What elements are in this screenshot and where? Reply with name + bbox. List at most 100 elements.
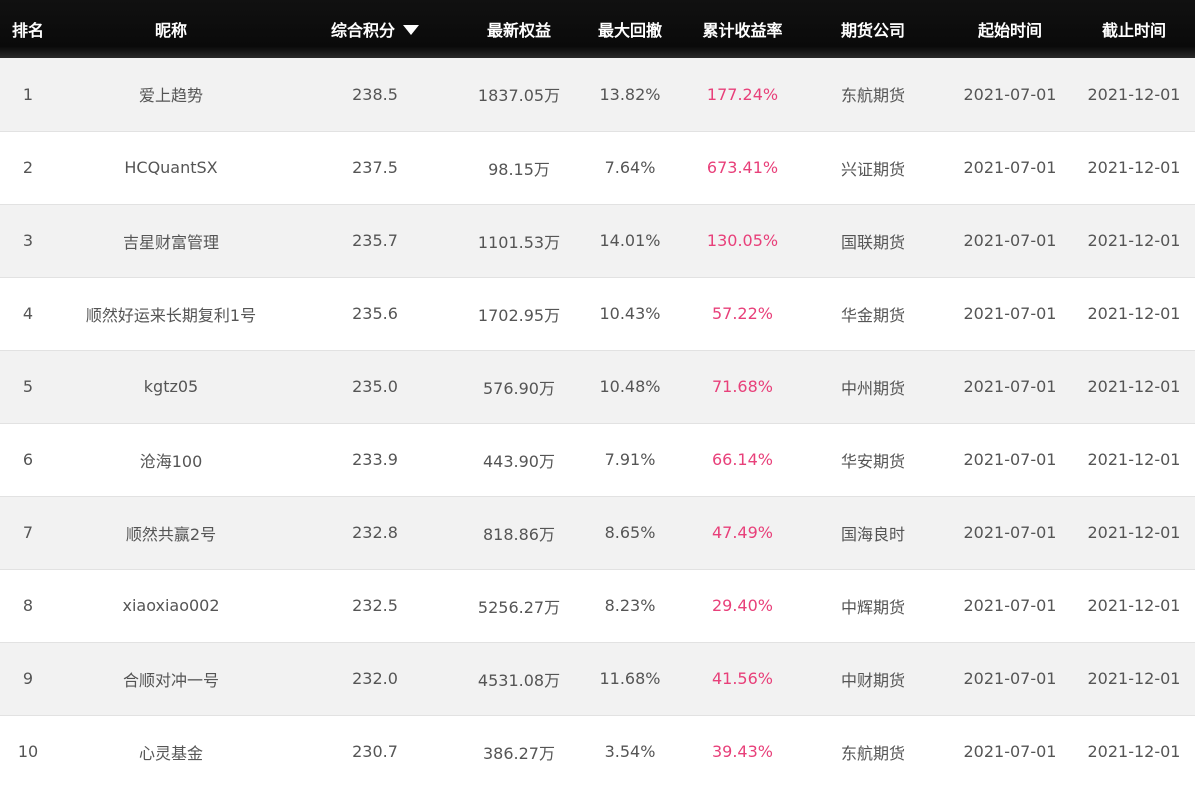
- table-header: 排名 昵称 综合积分 最新权益 最大回撤 累计收益率 期货公司 起始时间 截止时…: [0, 0, 1195, 58]
- cell-end: 2021-12-01: [1087, 596, 1181, 615]
- cell-return: 29.40%: [711, 596, 773, 615]
- cell-nickname[interactable]: 爱上趋势: [56, 58, 286, 131]
- cell-nickname[interactable]: 顺然好运来长期复利1号: [56, 277, 286, 350]
- header-company[interactable]: 期货公司: [799, 0, 947, 58]
- header-nickname[interactable]: 昵称: [56, 0, 286, 58]
- cell-drawdown: 13.82%: [599, 84, 661, 104]
- cell-end: 2021-12-01: [1087, 742, 1181, 761]
- table-row[interactable]: 9 合顺对冲一号 232.0 4531.08万 11.68% 41.56% 中财期货 2021…: [0, 642, 1195, 715]
- cell-drawdown: 14.01%: [599, 231, 661, 250]
- cell-end: 2021-12-01: [1087, 158, 1181, 177]
- cell-return: 47.49%: [711, 523, 773, 542]
- table-row[interactable]: 4 顺然好运来长期复利1号 235.6 1702.95万 10.43% 57.22% 华金期…: [0, 277, 1195, 350]
- header-score[interactable]: 综合积分: [286, 0, 464, 58]
- cell-start: 2021-07-01: [963, 377, 1057, 396]
- header-drawdown[interactable]: 最大回撤: [574, 0, 686, 58]
- cell-end: 2021-12-01: [1087, 523, 1181, 542]
- cell-score: 235.6: [352, 304, 398, 323]
- cell-score: 235.7: [352, 231, 398, 250]
- cell-score: 233.9: [352, 450, 398, 469]
- cell-score: 232.8: [352, 523, 398, 542]
- cell-company: 华安期货: [840, 451, 905, 471]
- header-return[interactable]: 累计收益率: [686, 0, 799, 58]
- cell-nickname[interactable]: 沧海100: [56, 423, 286, 496]
- cell-score: 232.5: [352, 596, 398, 615]
- table-body: 1 爱上趋势 238.5 1837.05万 13.82% 177.24% 东航期货 2021-…: [0, 58, 1195, 787]
- cell-end: 2021-12-01: [1087, 84, 1181, 104]
- cell-nickname[interactable]: HCQuantSX: [56, 131, 286, 204]
- cell-score: 235.0: [352, 377, 398, 396]
- cell-score: 237.5: [352, 158, 398, 177]
- header-end[interactable]: 截止时间: [1073, 0, 1195, 58]
- cell-rank: 4: [22, 304, 34, 323]
- cell-end: 2021-12-01: [1087, 450, 1181, 469]
- table-row[interactable]: 2 HCQuantSX 237.5 98.15万 7.64% 673.41% 兴证期货 202…: [0, 131, 1195, 204]
- cell-equity: 1702.95万: [477, 305, 561, 325]
- header-start[interactable]: 起始时间: [947, 0, 1073, 58]
- table-row[interactable]: 10 心灵基金 230.7 386.27万 3.54% 39.43% 东航期货 2021-07…: [0, 715, 1195, 787]
- cell-equity: 1837.05万: [477, 86, 561, 106]
- cell-return: 130.05%: [706, 231, 779, 250]
- cell-start: 2021-07-01: [963, 231, 1057, 250]
- ranking-table: 排名 昵称 综合积分 最新权益 最大回撤 累计收益率 期货公司 起始时间 截止时…: [0, 0, 1195, 787]
- table-row[interactable]: 5 kgtz05 235.0 576.90万 10.48% 71.68% 中州期货 2021-…: [0, 350, 1195, 423]
- cell-drawdown: 10.43%: [599, 304, 661, 323]
- cell-score: 230.7: [352, 742, 398, 761]
- header-equity[interactable]: 最新权益: [464, 0, 574, 58]
- cell-return: 39.43%: [711, 742, 773, 761]
- cell-nickname[interactable]: 吉星财富管理: [56, 204, 286, 277]
- cell-equity: 98.15万: [488, 159, 550, 179]
- cell-start: 2021-07-01: [963, 596, 1057, 615]
- cell-equity: 443.90万: [483, 451, 555, 471]
- table-row[interactable]: 1 爱上趋势 238.5 1837.05万 13.82% 177.24% 东航期货 2021-…: [0, 58, 1195, 131]
- cell-rank: 10: [17, 742, 39, 761]
- table-row[interactable]: 7 顺然共赢2号 232.8 818.86万 8.65% 47.49% 国海良时 2021-0…: [0, 496, 1195, 569]
- cell-drawdown: 7.91%: [604, 450, 656, 469]
- cell-start: 2021-07-01: [963, 742, 1057, 761]
- cell-company: 国联期货: [840, 232, 905, 252]
- cell-return: 57.22%: [711, 304, 773, 323]
- cell-company: 华金期货: [840, 305, 905, 325]
- cell-nickname[interactable]: 心灵基金: [56, 715, 286, 787]
- cell-company: 东航期货: [840, 743, 905, 763]
- cell-drawdown: 10.48%: [599, 377, 661, 396]
- cell-rank: 2: [22, 158, 34, 177]
- table-row[interactable]: 8 xiaoxiao002 232.5 5256.27万 8.23% 29.40% 中辉期货…: [0, 569, 1195, 642]
- cell-start: 2021-07-01: [963, 304, 1057, 323]
- cell-nickname[interactable]: 合顺对冲一号: [56, 642, 286, 715]
- cell-equity: 1101.53万: [477, 232, 561, 252]
- header-score-label: 综合积分: [330, 21, 395, 40]
- cell-rank: 7: [22, 523, 34, 542]
- cell-nickname[interactable]: xiaoxiao002: [56, 569, 286, 642]
- cell-end: 2021-12-01: [1087, 377, 1181, 396]
- cell-return: 673.41%: [706, 158, 779, 177]
- cell-end: 2021-12-01: [1087, 669, 1181, 688]
- cell-rank: 3: [22, 231, 34, 250]
- cell-drawdown: 8.23%: [604, 596, 656, 615]
- header-row: 排名 昵称 综合积分 最新权益 最大回撤 累计收益率 期货公司 起始时间 截止时…: [0, 0, 1195, 58]
- cell-drawdown: 8.65%: [604, 523, 656, 542]
- table-row[interactable]: 3 吉星财富管理 235.7 1101.53万 14.01% 130.05% 国联期货 202…: [0, 204, 1195, 277]
- cell-company: 中辉期货: [840, 597, 905, 617]
- table-row[interactable]: 6 沧海100 233.9 443.90万 7.91% 66.14% 华安期货 2021-07…: [0, 423, 1195, 496]
- cell-company: 中州期货: [840, 378, 905, 398]
- cell-nickname[interactable]: kgtz05: [56, 350, 286, 423]
- cell-equity: 576.90万: [483, 378, 555, 398]
- cell-nickname[interactable]: 顺然共赢2号: [56, 496, 286, 569]
- cell-return: 71.68%: [711, 377, 773, 396]
- cell-company: 兴证期货: [840, 159, 905, 179]
- cell-company: 东航期货: [840, 86, 905, 106]
- cell-return: 41.56%: [711, 669, 773, 688]
- header-rank[interactable]: 排名: [0, 0, 56, 58]
- cell-start: 2021-07-01: [963, 158, 1057, 177]
- cell-drawdown: 11.68%: [599, 669, 661, 688]
- cell-score: 232.0: [352, 669, 398, 688]
- cell-drawdown: 3.54%: [604, 742, 656, 761]
- cell-start: 2021-07-01: [963, 450, 1057, 469]
- sort-desc-icon[interactable]: [403, 24, 419, 35]
- cell-rank: 1: [22, 84, 34, 104]
- cell-end: 2021-12-01: [1087, 231, 1181, 250]
- cell-rank: 5: [22, 377, 34, 396]
- cell-start: 2021-07-01: [963, 84, 1057, 104]
- cell-return: 66.14%: [711, 450, 773, 469]
